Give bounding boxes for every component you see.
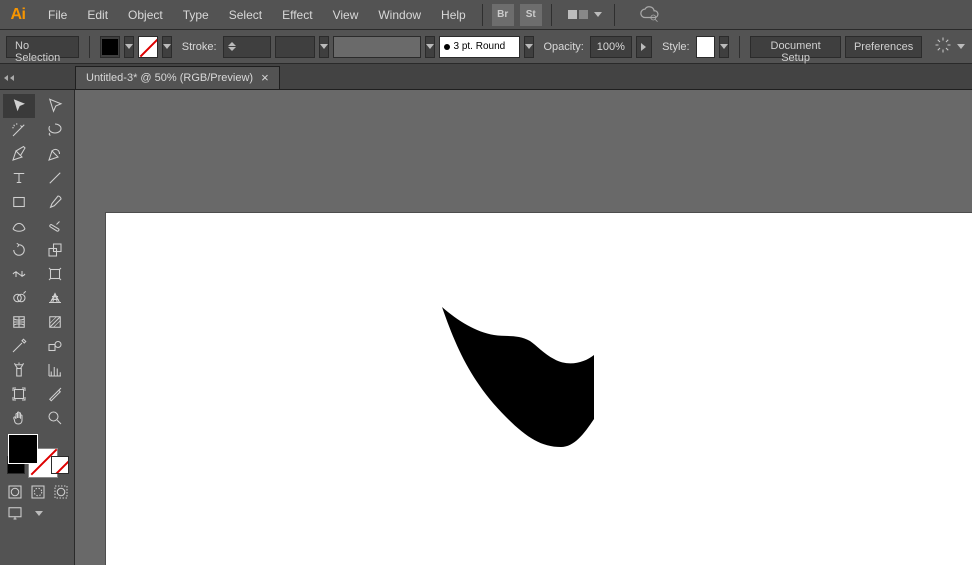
tools-panel <box>0 90 75 565</box>
menu-window[interactable]: Window <box>368 2 431 28</box>
opacity-label: Opacity: <box>538 41 586 53</box>
divider <box>89 36 90 58</box>
bridge-icon[interactable]: Br <box>492 4 514 26</box>
brush-definition-preview[interactable] <box>333 36 421 58</box>
fill-swatch[interactable] <box>100 36 120 58</box>
chevron-down-icon <box>594 12 602 17</box>
document-setup-button[interactable]: Document Setup <box>750 36 841 58</box>
app-logo[interactable]: Ai <box>4 1 32 29</box>
workspace-switcher[interactable] <box>568 10 602 19</box>
screen-mode-dropdown[interactable] <box>29 511 43 516</box>
artboard[interactable] <box>105 212 972 565</box>
brush-dot-icon <box>444 44 450 50</box>
divider <box>739 36 740 58</box>
mesh-tool[interactable] <box>3 310 35 334</box>
slice-tool[interactable] <box>39 382 71 406</box>
shaper-tool[interactable] <box>3 214 35 238</box>
divider <box>551 4 552 26</box>
perspective-grid-tool[interactable] <box>39 286 71 310</box>
stroke-swatch[interactable] <box>138 36 158 58</box>
curvature-tool[interactable] <box>39 142 71 166</box>
type-tool[interactable] <box>3 166 35 190</box>
line-tool[interactable] <box>39 166 71 190</box>
zoom-tool[interactable] <box>39 406 71 430</box>
opacity-popup[interactable] <box>636 36 652 58</box>
pen-tool[interactable] <box>3 142 35 166</box>
symbol-sprayer-tool[interactable] <box>3 358 35 382</box>
menu-object[interactable]: Object <box>118 2 173 28</box>
document-tabs: Untitled-3* @ 50% (RGB/Preview) × <box>0 64 972 90</box>
align-dropdown[interactable] <box>956 36 966 58</box>
divider <box>482 4 483 26</box>
free-transform-tool[interactable] <box>39 262 71 286</box>
column-graph-tool[interactable] <box>39 358 71 382</box>
selection-tool[interactable] <box>3 94 35 118</box>
app-logo-text: Ai <box>11 6 26 24</box>
blend-tool[interactable] <box>39 334 71 358</box>
menu-file[interactable]: File <box>38 2 77 28</box>
document-tab-title: Untitled-3* @ 50% (RGB/Preview) <box>86 72 253 84</box>
workspace <box>0 90 972 565</box>
fill-color-indicator[interactable] <box>8 434 38 464</box>
hand-tool[interactable] <box>3 406 35 430</box>
stroke-weight-input[interactable] <box>223 36 272 58</box>
menu-type[interactable]: Type <box>173 2 219 28</box>
vector-shape[interactable] <box>436 307 616 467</box>
eyedropper-tool[interactable] <box>3 334 35 358</box>
lasso-tool[interactable] <box>39 118 71 142</box>
menubar: Ai File Edit Object Type Select Effect V… <box>0 0 972 30</box>
menu-effect[interactable]: Effect <box>272 2 322 28</box>
brush-definition-dropdown[interactable] <box>425 36 435 58</box>
preferences-button[interactable]: Preferences <box>845 36 922 58</box>
artboard-tool[interactable] <box>3 382 35 406</box>
tools-collapse-handle[interactable] <box>0 65 18 90</box>
var-width-dropdown[interactable] <box>319 36 329 58</box>
menu-edit[interactable]: Edit <box>77 2 118 28</box>
draw-normal[interactable] <box>5 482 24 502</box>
style-dropdown[interactable] <box>719 36 729 58</box>
color-mode-none[interactable] <box>51 456 69 474</box>
style-swatch[interactable] <box>696 36 716 58</box>
menu-select[interactable]: Select <box>219 2 272 28</box>
width-tool[interactable] <box>3 262 35 286</box>
screen-mode-row <box>3 502 71 524</box>
tab-close-button[interactable]: × <box>261 74 269 82</box>
brush-label: 3 pt. Round <box>454 41 506 52</box>
shape-builder-tool[interactable] <box>3 286 35 310</box>
align-popup-icon[interactable] <box>934 36 952 57</box>
stock-icon[interactable]: St <box>520 4 542 26</box>
gradient-tool[interactable] <box>39 310 71 334</box>
fill-dropdown[interactable] <box>124 36 134 58</box>
draw-behind[interactable] <box>28 482 47 502</box>
stroke-dropdown[interactable] <box>162 36 172 58</box>
no-selection-label: No Selection <box>6 36 79 58</box>
eraser-tool[interactable] <box>39 214 71 238</box>
rotate-tool[interactable] <box>3 238 35 262</box>
style-label: Style: <box>656 41 692 53</box>
divider <box>614 4 615 26</box>
var-width-profile[interactable] <box>275 36 314 58</box>
direct-selection-tool[interactable] <box>39 94 71 118</box>
opacity-input[interactable] <box>590 36 632 58</box>
brush-select-dropdown[interactable] <box>524 36 534 58</box>
options-bar: No Selection Stroke: 3 pt. Round Opacity… <box>0 30 972 64</box>
magic-wand-tool[interactable] <box>3 118 35 142</box>
document-tab[interactable]: Untitled-3* @ 50% (RGB/Preview) × <box>75 66 280 89</box>
screen-mode-button[interactable] <box>5 503 25 523</box>
search-adobe-stock-icon[interactable] <box>639 4 661 26</box>
paintbrush-tool[interactable] <box>39 190 71 214</box>
menu-help[interactable]: Help <box>431 2 476 28</box>
draw-mode-row <box>3 481 71 503</box>
canvas-area[interactable] <box>75 90 972 565</box>
stroke-label: Stroke: <box>176 41 219 53</box>
draw-inside[interactable] <box>52 482 71 502</box>
scale-tool[interactable] <box>39 238 71 262</box>
rectangle-tool[interactable] <box>3 190 35 214</box>
brush-select[interactable]: 3 pt. Round <box>439 36 520 58</box>
menu-view[interactable]: View <box>323 2 369 28</box>
